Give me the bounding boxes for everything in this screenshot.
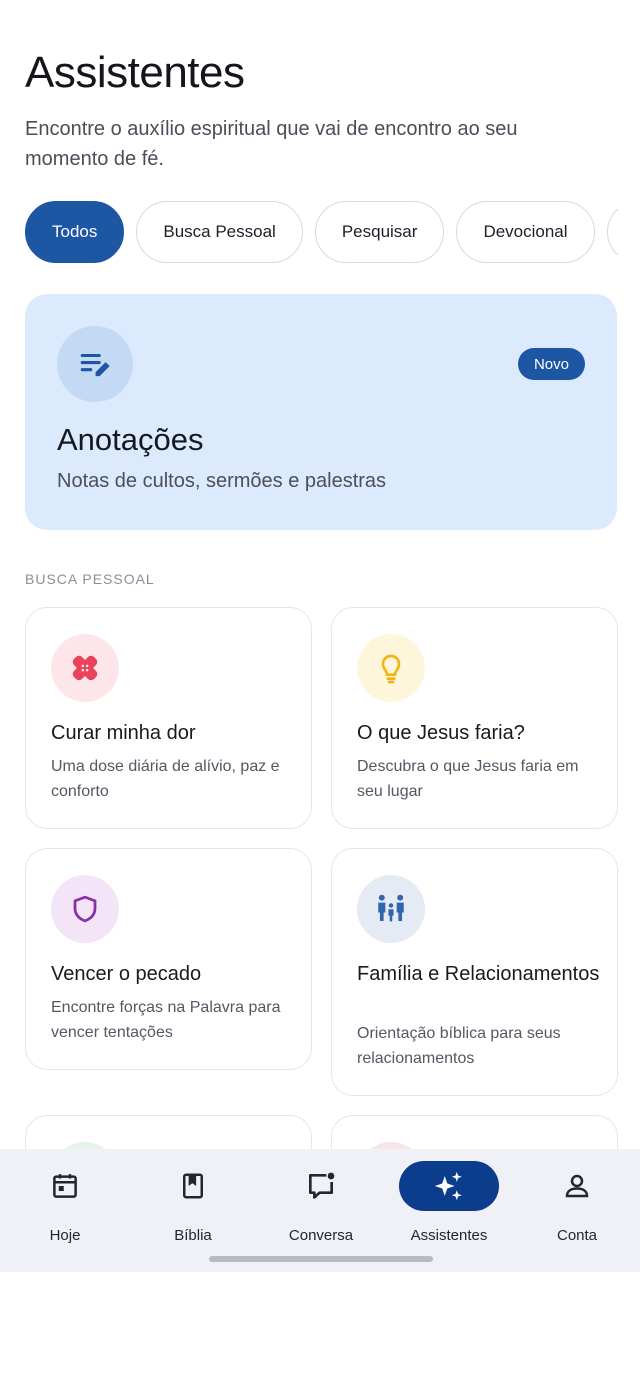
nav-label: Assistentes: [410, 1227, 488, 1244]
filter-chip-devocional[interactable]: Devocional: [456, 201, 595, 263]
filter-chip-pesquisar[interactable]: Pesquisar: [314, 201, 445, 263]
bible-icon: [183, 1173, 203, 1199]
calendar-icon: [53, 1174, 77, 1198]
page-subtitle: Encontre o auxílio espiritual que vai de…: [25, 118, 518, 170]
assistant-card-o-que-jesus-faria[interactable]: O que Jesus faria? Descubra o que Jesus …: [331, 607, 618, 829]
assistant-card-vencer-o-pecado[interactable]: Vencer o pecado Encontre forças na Palav…: [25, 848, 312, 1070]
assistant-card-familia-relacionamentos[interactable]: Família e Relacionamentos Orientação bíb…: [331, 848, 618, 1096]
nav-item-biblia[interactable]: Bíblia: [129, 1161, 257, 1251]
page-title: Assistentes: [25, 48, 245, 97]
card-title: O que Jesus faria?: [357, 722, 525, 744]
chat-icon: [309, 1172, 335, 1199]
bandage-icon: [51, 634, 119, 702]
filter-chip-more[interactable]: [606, 201, 618, 263]
nav-label: Bíblia: [174, 1227, 212, 1244]
sparkles-icon: [434, 1171, 462, 1201]
new-badge: Novo: [517, 348, 585, 380]
assistant-card-curar-minha-dor[interactable]: Curar minha dor Uma dose diária de alívi…: [25, 607, 312, 829]
featured-description: Notas de cultos, sermões e palestras: [57, 470, 387, 492]
card-title: Família e Relacionamentos: [357, 963, 600, 985]
nav-label: Conta: [556, 1227, 598, 1244]
filter-chip-busca-pessoal[interactable]: Busca Pessoal: [136, 201, 303, 263]
notes-edit-icon: [57, 326, 133, 402]
nav-item-conversa[interactable]: Conversa: [257, 1161, 385, 1251]
card-title: Vencer o pecado: [51, 963, 202, 985]
featured-card-anotacoes[interactable]: Novo Anotações Notas de cultos, sermões …: [25, 294, 617, 530]
card-description: Orientação bíblica para seus relacioname…: [357, 1025, 561, 1067]
shield-icon: [51, 875, 119, 943]
featured-title: Anotações: [57, 422, 204, 457]
nav-item-conta[interactable]: Conta: [513, 1161, 640, 1251]
filter-chip-todos[interactable]: Todos: [25, 201, 125, 263]
nav-item-hoje[interactable]: Hoje: [1, 1161, 129, 1251]
nav-label: Conversa: [288, 1227, 354, 1244]
nav-item-assistentes[interactable]: Assistentes: [385, 1161, 513, 1251]
home-indicator[interactable]: [209, 1256, 433, 1262]
card-description: Uma dose diária de alívio, paz e confort…: [51, 758, 280, 800]
user-icon: [565, 1174, 589, 1198]
lightbulb-icon: [357, 634, 425, 702]
family-icon: [357, 875, 425, 943]
nav-label: Hoje: [49, 1227, 81, 1244]
card-description: Encontre forças na Palavra para vencer t…: [51, 999, 281, 1041]
section-label: BUSCA PESSOAL: [25, 571, 155, 587]
card-description: Descubra o que Jesus faria em seu lugar: [357, 758, 579, 800]
bottom-navigation: Hoje Bíblia Conversa Assistentes Conta: [0, 1149, 640, 1272]
filter-chips: Todos Busca Pessoal Pesquisar Devocional: [25, 201, 618, 263]
card-title: Curar minha dor: [51, 722, 196, 744]
